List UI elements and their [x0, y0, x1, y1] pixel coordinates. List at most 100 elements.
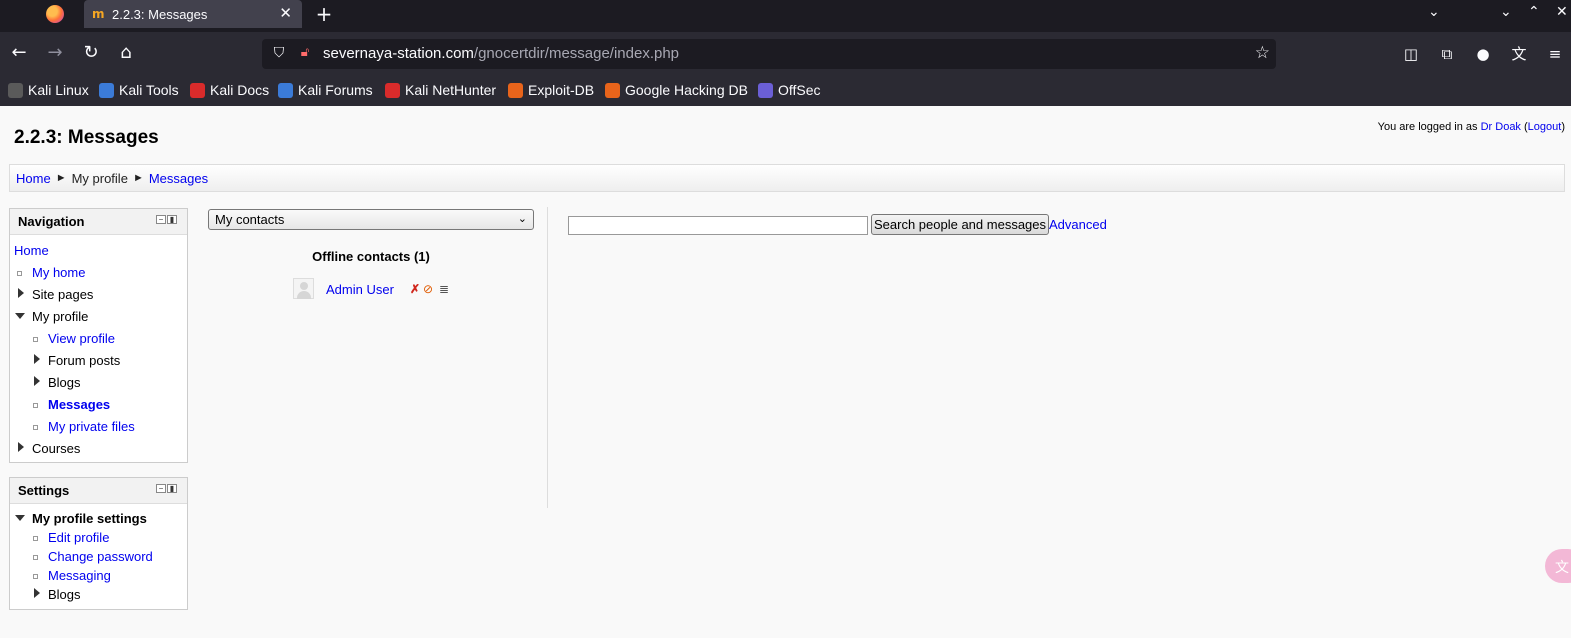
url-path: /gnocertdir/message/index.php: [473, 45, 680, 62]
menu-hamburger-icon[interactable]: ≡: [1545, 44, 1565, 64]
avatar[interactable]: [293, 278, 314, 299]
bookmark-google-hacking-db[interactable]: Google Hacking DB: [605, 82, 748, 98]
forward-arrow-icon[interactable]: →: [44, 42, 66, 64]
collapse-block-icon[interactable]: −: [156, 215, 166, 224]
collapse-block-icon[interactable]: −: [156, 484, 166, 493]
minimize-icon[interactable]: ⌄: [1500, 4, 1512, 20]
bookmark-kali-docs[interactable]: Kali Docs: [190, 82, 269, 98]
settings-item-change-password[interactable]: Change password: [48, 549, 153, 564]
extension-avatar-icon[interactable]: ●: [1473, 44, 1493, 64]
contacts-select[interactable]: My contacts ⌄: [208, 209, 534, 230]
dock-block-icon[interactable]: ▮: [167, 215, 177, 224]
pocket-icon[interactable]: ◫: [1401, 44, 1421, 64]
settings-item-profile-settings[interactable]: My profile settings: [32, 511, 147, 526]
block-controls: − ▮: [156, 215, 177, 224]
login-info: You are logged in as Dr Doak (Logout): [1378, 121, 1565, 133]
nav-item-forum-posts[interactable]: Forum posts: [48, 353, 120, 368]
nav-item-courses[interactable]: Courses: [32, 441, 80, 456]
reload-icon[interactable]: ↻: [80, 42, 102, 64]
nav-my-home-link[interactable]: My home: [32, 265, 85, 280]
nav-item-site-pages[interactable]: Site pages: [32, 287, 93, 302]
bookmark-offsec[interactable]: OffSec: [758, 82, 821, 98]
bookmark-exploit-db[interactable]: Exploit-DB: [508, 82, 594, 98]
dock-block-icon[interactable]: ▮: [167, 484, 177, 493]
settings-block: Settings − ▮ My profile settings Edit pro…: [9, 477, 188, 610]
back-arrow-icon[interactable]: ←: [8, 42, 30, 64]
browser-nav-toolbar: ← → ↻ ⌂ ⛉ 🔓︎ severnaya-station.com/gnoce…: [0, 32, 1571, 76]
bookmark-label: Exploit-DB: [528, 82, 595, 98]
bullet-icon: [33, 337, 38, 342]
home-icon[interactable]: ⌂: [115, 42, 137, 64]
url-bar[interactable]: ⛉ 🔓︎ severnaya-station.com/gnocertdir/me…: [262, 39, 1276, 69]
breadcrumb-messages[interactable]: Messages: [149, 171, 208, 186]
breadcrumb-separator: ►: [132, 172, 144, 184]
maximize-icon[interactable]: ⌃: [1528, 4, 1540, 20]
nav-item-my-home[interactable]: My home: [32, 265, 85, 280]
browser-tab-active[interactable]: m 2.2.3: Messages ✕: [84, 0, 302, 28]
bookmark-label: Kali Docs: [210, 82, 270, 98]
tab-close-icon[interactable]: ✕: [279, 4, 292, 22]
block-controls: − ▮: [156, 484, 177, 493]
close-window-icon[interactable]: ✕: [1556, 4, 1568, 20]
breadcrumb-home[interactable]: Home: [16, 171, 51, 186]
collapse-arrow-icon[interactable]: [15, 515, 25, 521]
contact-name-link[interactable]: Admin User: [326, 282, 394, 297]
floating-translate-button[interactable]: 文: [1545, 549, 1571, 583]
nav-item-private-files[interactable]: My private files: [48, 419, 135, 434]
settings-block-title: Settings: [18, 483, 70, 498]
bookmark-label: Kali Linux: [28, 82, 89, 98]
tab-list-chevron-down-icon[interactable]: ⌄: [1428, 4, 1440, 20]
expand-arrow-icon[interactable]: [34, 376, 40, 386]
nav-messages-link[interactable]: Messages: [48, 397, 110, 412]
nav-item-home[interactable]: Home: [14, 243, 49, 258]
insecure-lock-icon[interactable]: 🔓︎: [296, 45, 314, 63]
navigation-block-title: Navigation: [18, 214, 85, 229]
navigation-block-header: Navigation − ▮: [10, 209, 187, 235]
advanced-search-link[interactable]: Advanced: [1049, 217, 1107, 232]
nav-item-my-profile[interactable]: My profile: [32, 309, 88, 324]
search-people-and-messages-button[interactable]: Search people and messages: [871, 214, 1050, 235]
url-text[interactable]: severnaya-station.com/gnocertdir/message…: [323, 45, 679, 62]
nav-item-blogs[interactable]: Blogs: [48, 375, 81, 390]
messaging-link[interactable]: Messaging: [48, 568, 111, 583]
remove-contact-icon[interactable]: ✗: [409, 283, 421, 295]
expand-arrow-icon[interactable]: [18, 288, 24, 298]
nav-item-view-profile[interactable]: View profile: [48, 331, 115, 346]
translate-icon[interactable]: 文: [1509, 44, 1529, 64]
tracking-shield-icon[interactable]: ⛉: [270, 45, 288, 63]
exploit-db-icon: [508, 82, 523, 98]
tab-title: 2.2.3: Messages: [112, 6, 208, 22]
new-tab-button[interactable]: +: [314, 2, 334, 26]
extensions-icon[interactable]: ⧉: [1437, 44, 1457, 64]
expand-arrow-icon[interactable]: [34, 588, 40, 598]
breadcrumb-my-profile: My profile: [71, 170, 128, 186]
bookmark-label: Kali Tools: [119, 82, 179, 98]
bookmark-kali-linux[interactable]: Kali Linux: [8, 82, 89, 98]
nav-view-profile-link[interactable]: View profile: [48, 331, 115, 346]
expand-arrow-icon[interactable]: [18, 442, 24, 452]
expand-arrow-icon[interactable]: [34, 354, 40, 364]
breadcrumb: Home ► My profile ► Messages: [9, 164, 1565, 192]
edit-profile-link[interactable]: Edit profile: [48, 530, 109, 545]
nav-item-messages[interactable]: Messages: [48, 397, 110, 412]
kali-forums-icon: [278, 82, 293, 98]
bookmark-star-icon[interactable]: ☆: [1255, 43, 1270, 63]
message-history-icon[interactable]: ≣: [438, 283, 450, 295]
bookmark-kali-tools[interactable]: Kali Tools: [99, 82, 179, 98]
bookmark-kali-nethunter[interactable]: Kali NetHunter: [385, 82, 496, 98]
bookmark-kali-forums[interactable]: Kali Forums: [278, 82, 373, 98]
change-password-link[interactable]: Change password: [48, 549, 153, 564]
firefox-logo-icon[interactable]: [46, 5, 64, 23]
page-content: 2.2.3: Messages You are logged in as Dr …: [0, 106, 1571, 638]
bookmark-label: Kali NetHunter: [405, 82, 497, 98]
settings-item-edit-profile[interactable]: Edit profile: [48, 530, 109, 545]
settings-item-messaging[interactable]: Messaging: [48, 568, 111, 583]
logout-link[interactable]: Logout: [1528, 121, 1562, 133]
collapse-arrow-icon[interactable]: [15, 313, 25, 319]
user-profile-link[interactable]: Dr Doak: [1481, 121, 1521, 133]
settings-item-blogs[interactable]: Blogs: [48, 587, 81, 602]
nav-private-files-link[interactable]: My private files: [48, 419, 135, 434]
nav-home-link[interactable]: Home: [14, 243, 49, 258]
block-contact-icon[interactable]: ⊘: [422, 283, 434, 295]
message-search-input[interactable]: [568, 216, 868, 235]
